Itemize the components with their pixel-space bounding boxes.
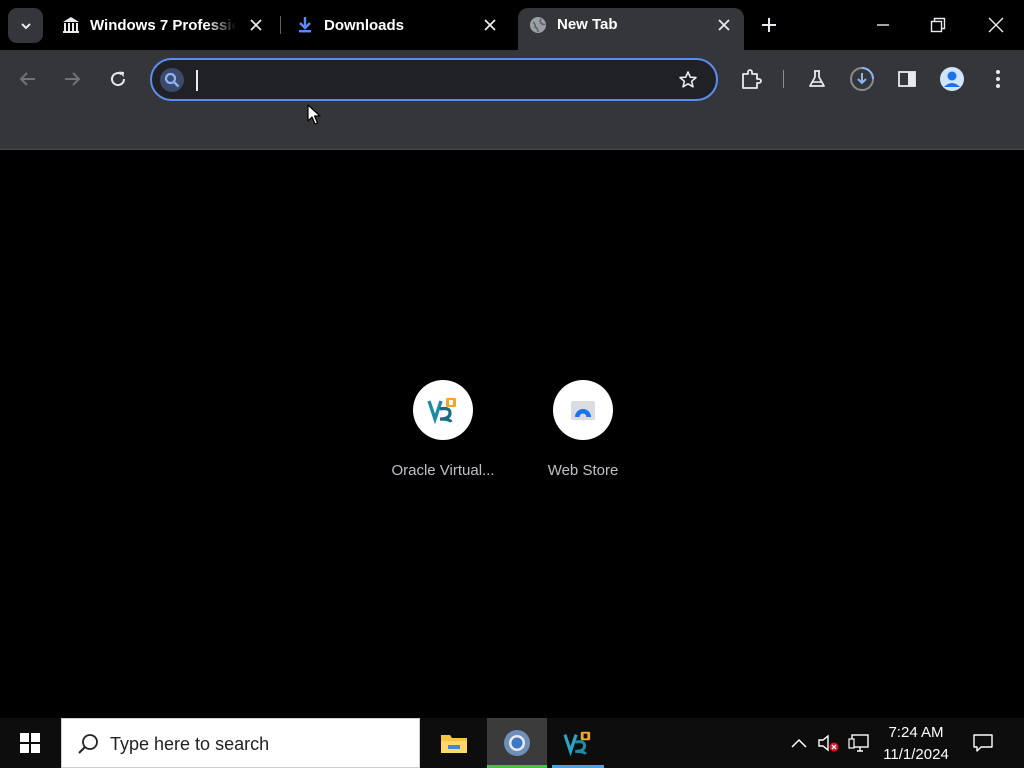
chevron-down-icon — [20, 22, 31, 29]
taskbar-chrome[interactable] — [487, 718, 547, 768]
star-icon — [679, 71, 697, 88]
mouse-cursor-icon — [307, 104, 321, 125]
menu-button[interactable] — [984, 65, 1012, 93]
tab-downloads[interactable]: Downloads — [286, 8, 508, 42]
tab-title: Windows 7 Professional — [90, 16, 236, 34]
browser-window: Windows 7 Professional Downloads New Tab — [0, 0, 1024, 768]
tab-windows7[interactable]: Windows 7 Professional — [52, 8, 274, 42]
puzzle-icon — [742, 69, 762, 89]
taskbar: Type here to search 7:24 AM 11/1/2024 — [0, 718, 1024, 768]
shortcut-label: Oracle Virtual... — [391, 462, 495, 479]
tab-new-tab[interactable]: New Tab — [518, 8, 744, 50]
new-tab-button[interactable] — [758, 14, 780, 36]
virtualbox-icon — [563, 731, 591, 757]
network-button[interactable] — [846, 730, 872, 756]
notification-icon — [973, 734, 993, 752]
toolbar — [0, 50, 1024, 150]
tab-strip: Windows 7 Professional Downloads New Tab — [0, 0, 1024, 50]
text-caret — [196, 70, 198, 91]
new-tab-page: Oracle Virtual... Web Store — [0, 151, 1024, 718]
downloads-button[interactable] — [848, 65, 876, 93]
close-icon[interactable] — [246, 15, 266, 35]
restore-button[interactable] — [923, 10, 953, 40]
chrome-icon — [504, 730, 530, 756]
restore-icon — [930, 17, 946, 33]
labs-button[interactable] — [803, 65, 831, 93]
taskbar-file-explorer[interactable] — [424, 718, 484, 768]
toolbar-divider — [783, 70, 784, 88]
search-icon — [160, 68, 184, 92]
reload-icon — [111, 71, 126, 87]
forward-button[interactable] — [58, 65, 86, 93]
windows-logo-icon — [20, 733, 40, 753]
download-icon — [296, 16, 314, 34]
address-bar[interactable] — [150, 58, 718, 101]
flask-icon — [809, 70, 825, 87]
clock-time: 7:24 AM — [888, 724, 944, 741]
minimize-icon — [877, 24, 889, 26]
show-hidden-icons-button[interactable] — [786, 730, 812, 756]
museum-icon — [62, 16, 80, 34]
extensions-button[interactable] — [737, 65, 765, 93]
start-button[interactable] — [0, 718, 60, 768]
close-icon[interactable] — [714, 15, 734, 35]
plus-icon — [762, 18, 776, 32]
webstore-icon — [553, 380, 613, 440]
back-button[interactable] — [14, 65, 42, 93]
shortcut-web-store[interactable]: Web Store — [523, 380, 643, 479]
minimize-button[interactable] — [868, 10, 898, 40]
tab-separator — [280, 16, 281, 34]
back-arrow-icon — [19, 72, 35, 86]
side-panel-button[interactable] — [893, 65, 921, 93]
file-explorer-icon — [441, 735, 467, 753]
volume-button[interactable] — [816, 730, 842, 756]
action-center-button[interactable] — [968, 730, 998, 756]
tab-title: Downloads — [324, 16, 405, 34]
shortcut-oracle-virtualbox[interactable]: Oracle Virtual... — [383, 380, 503, 479]
search-icon — [78, 734, 98, 754]
tab-search-button[interactable] — [8, 8, 43, 43]
close-icon — [988, 17, 1004, 33]
clock-date: 11/1/2024 — [883, 746, 949, 763]
tab-title: New Tab — [557, 16, 618, 33]
forward-arrow-icon — [65, 72, 81, 86]
reload-button[interactable] — [104, 65, 132, 93]
kebab-menu-icon — [996, 70, 1000, 88]
virtualbox-icon — [413, 380, 473, 440]
close-icon[interactable] — [480, 15, 500, 35]
chevron-up-icon — [791, 738, 807, 748]
network-icon — [848, 734, 869, 752]
address-input[interactable] — [196, 66, 666, 94]
bookmark-star-button[interactable] — [676, 68, 700, 92]
globe-icon — [529, 16, 547, 34]
volume-muted-icon — [818, 734, 839, 752]
download-progress-icon — [850, 67, 874, 91]
avatar-icon — [940, 67, 964, 91]
profile-button[interactable] — [938, 65, 966, 93]
taskbar-virtualbox[interactable] — [548, 718, 608, 768]
side-panel-icon — [898, 71, 916, 87]
clock[interactable]: 7:24 AM 11/1/2024 — [876, 722, 956, 766]
search-placeholder: Type here to search — [110, 734, 270, 754]
close-window-button[interactable] — [981, 10, 1011, 40]
taskbar-search[interactable]: Type here to search — [61, 718, 420, 768]
shortcut-label: Web Store — [547, 462, 619, 479]
